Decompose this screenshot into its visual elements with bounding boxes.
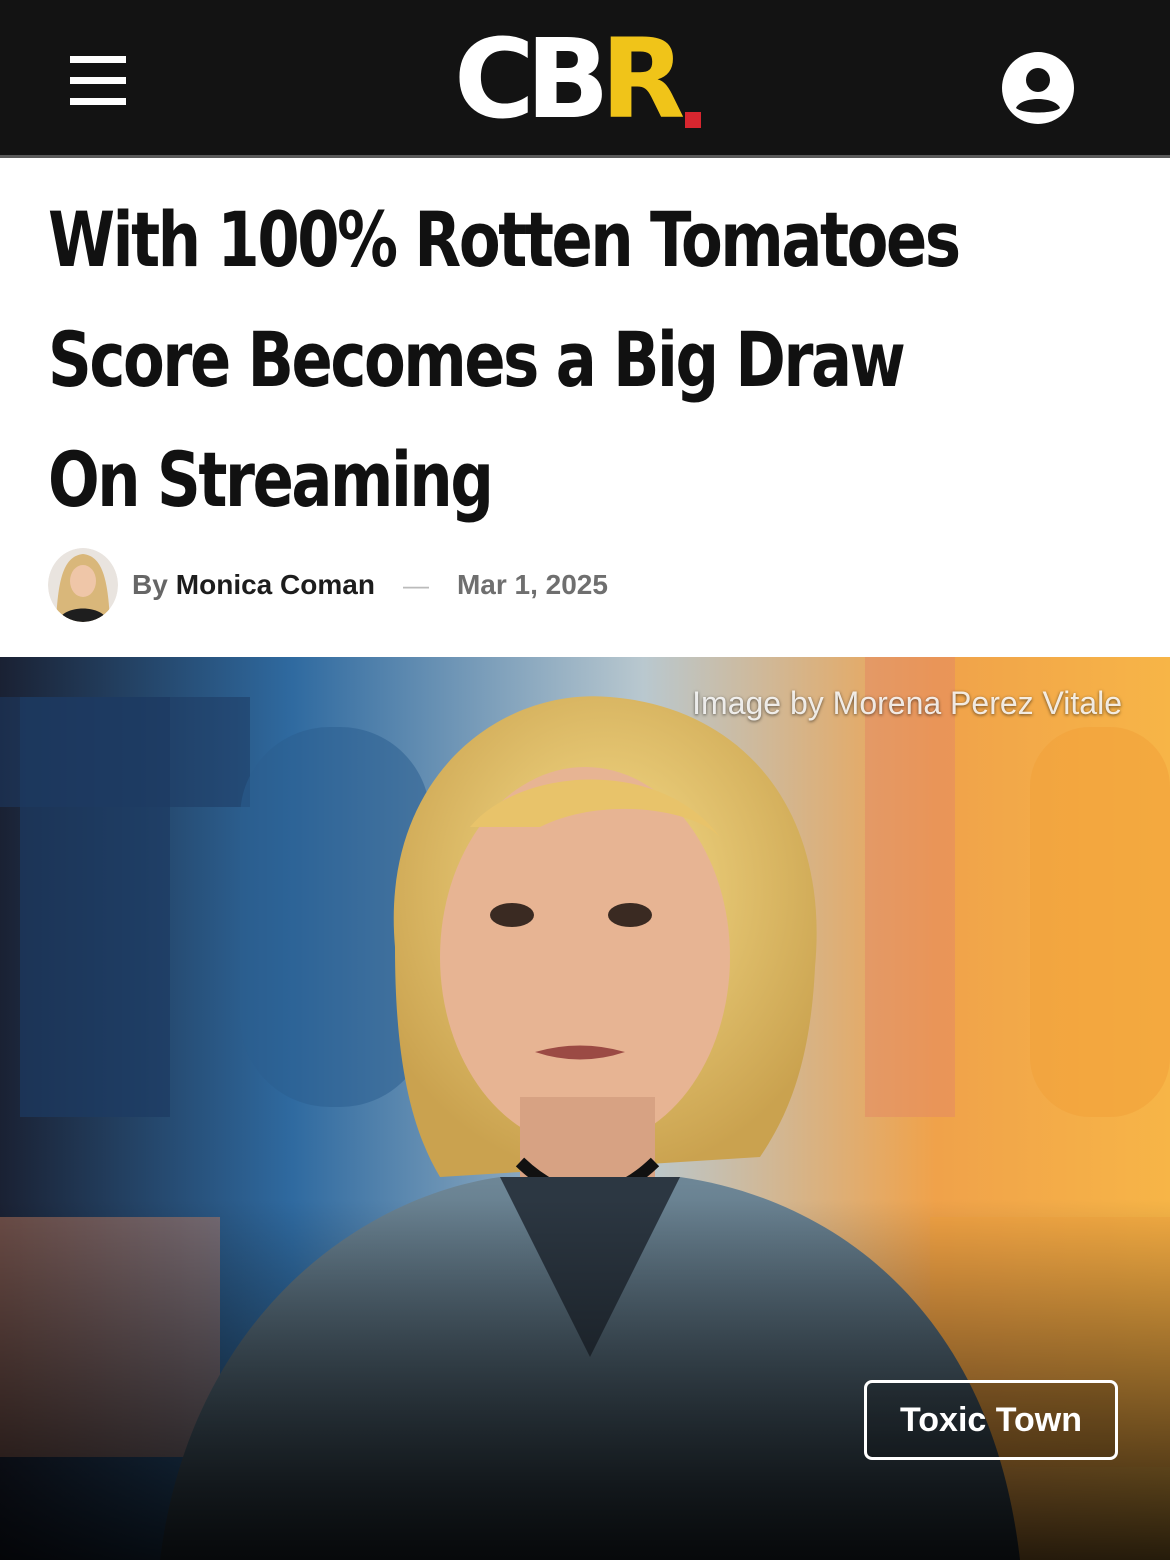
site-header: CB R bbox=[0, 0, 1170, 158]
headline-line: With 100% Rotten Tomatoes bbox=[48, 195, 961, 284]
author-avatar[interactable] bbox=[48, 548, 118, 622]
hamburger-menu-icon[interactable] bbox=[70, 56, 126, 106]
image-credit: Image by Morena Perez Vitale bbox=[692, 685, 1122, 721]
publish-date: Mar 1, 2025 bbox=[456, 569, 608, 600]
headline-line: On Streaming bbox=[48, 435, 494, 524]
logo-text-accent: R bbox=[600, 15, 686, 143]
hero-image[interactable]: Image by Morena Perez Vitale Toxic Town bbox=[0, 657, 1170, 1560]
logo-text-main: CB bbox=[454, 15, 610, 143]
menu-bar bbox=[70, 56, 126, 63]
author-name-link[interactable]: Monica Coman bbox=[176, 569, 375, 601]
article-byline: By Monica Coman — Mar 1, 2025 bbox=[48, 548, 608, 622]
site-logo[interactable]: CB R bbox=[454, 15, 686, 143]
menu-bar bbox=[70, 77, 126, 84]
article-headline: With 100% Rotten Tomatoes Score Becomes … bbox=[48, 180, 961, 540]
headline-line: Score Becomes a Big Draw bbox=[48, 315, 906, 404]
logo-red-dot bbox=[685, 112, 701, 128]
topic-tag-button[interactable]: Toxic Town bbox=[864, 1380, 1118, 1460]
byline-by-label: By bbox=[132, 569, 168, 600]
user-account-icon[interactable] bbox=[1001, 51, 1075, 125]
byline-separator: — bbox=[402, 569, 429, 600]
menu-bar bbox=[70, 98, 126, 105]
